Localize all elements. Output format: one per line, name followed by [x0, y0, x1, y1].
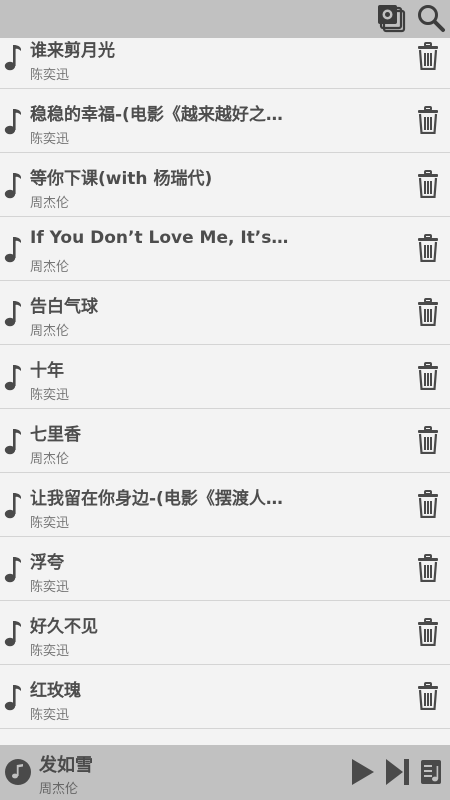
- trash-icon[interactable]: [417, 298, 439, 327]
- song-title: 告白气球: [30, 297, 98, 317]
- song-artist: 陈奕迅: [30, 644, 70, 659]
- playlist-icon[interactable]: [376, 3, 406, 37]
- song-row[interactable]: 好久不见 陈奕迅: [0, 601, 450, 665]
- music-note-icon: [4, 234, 22, 264]
- song-title: 等你下课(with 杨瑞代): [30, 169, 213, 189]
- next-track-icon[interactable]: [385, 758, 411, 790]
- song-row[interactable]: 红玫瑰 陈奕迅: [0, 665, 450, 729]
- trash-icon[interactable]: [417, 426, 439, 455]
- trash-icon[interactable]: [417, 170, 439, 199]
- song-title: 七里香: [30, 425, 81, 445]
- now-playing-title: 发如雪: [39, 755, 93, 776]
- trash-icon[interactable]: [417, 362, 439, 391]
- song-title: If You Don’t Love Me, It’s Fine: [30, 228, 290, 248]
- song-artist: 陈奕迅: [30, 132, 70, 147]
- album-disc-icon: [4, 758, 32, 790]
- song-title: 好久不见: [30, 617, 98, 637]
- song-title: 谁来剪月光: [30, 41, 115, 61]
- song-row[interactable]: 让我留在你身边-(电影《摆渡人… 陈奕迅: [0, 473, 450, 537]
- mini-player[interactable]: 发如雪 周杰伦: [0, 745, 450, 800]
- song-artist: 周杰伦: [30, 196, 70, 211]
- song-artist: 周杰伦: [30, 324, 70, 339]
- music-note-icon: [4, 490, 22, 520]
- song-title: 十年: [30, 361, 64, 381]
- music-note-icon: [4, 42, 22, 72]
- song-list[interactable]: 谁来剪月光 陈奕迅 稳稳的幸福-(电影《越来越好之… 陈奕迅 等你下课(with…: [0, 25, 450, 745]
- play-icon[interactable]: [350, 758, 376, 790]
- music-note-icon: [4, 682, 22, 712]
- music-note-icon: [4, 554, 22, 584]
- song-title: 稳稳的幸福-(电影《越来越好之…: [30, 105, 283, 125]
- song-title: 让我留在你身边-(电影《摆渡人…: [30, 489, 283, 509]
- song-row[interactable]: 浮夸 陈奕迅: [0, 537, 450, 601]
- trash-icon[interactable]: [417, 490, 439, 519]
- trash-icon[interactable]: [417, 106, 439, 135]
- song-row[interactable]: 七里香 周杰伦: [0, 409, 450, 473]
- song-artist: 周杰伦: [30, 260, 70, 275]
- song-row[interactable]: 等你下课(with 杨瑞代) 周杰伦: [0, 153, 450, 217]
- song-artist: 陈奕迅: [30, 580, 70, 595]
- song-row[interactable]: If You Don’t Love Me, It’s Fine 周杰伦: [0, 217, 450, 281]
- trash-icon[interactable]: [417, 554, 439, 583]
- song-artist: 陈奕迅: [30, 68, 70, 83]
- search-icon[interactable]: [416, 3, 446, 37]
- trash-icon[interactable]: [417, 234, 439, 263]
- music-note-icon: [4, 618, 22, 648]
- song-row[interactable]: 十年 陈奕迅: [0, 345, 450, 409]
- song-artist: 陈奕迅: [30, 388, 70, 403]
- music-note-icon: [4, 106, 22, 136]
- song-title: 浮夸: [30, 553, 64, 573]
- music-note-icon: [4, 362, 22, 392]
- music-note-icon: [4, 298, 22, 328]
- song-artist: 周杰伦: [30, 452, 70, 467]
- song-artist: 陈奕迅: [30, 516, 70, 531]
- song-title: 红玫瑰: [30, 681, 81, 701]
- now-playing-artist: 周杰伦: [39, 782, 79, 797]
- song-row[interactable]: [0, 729, 450, 745]
- trash-icon[interactable]: [417, 682, 439, 711]
- song-artist: 陈奕迅: [30, 708, 70, 723]
- music-note-icon: [4, 170, 22, 200]
- song-row[interactable]: 稳稳的幸福-(电影《越来越好之… 陈奕迅: [0, 89, 450, 153]
- music-note-icon: [4, 426, 22, 456]
- song-row[interactable]: 告白气球 周杰伦: [0, 281, 450, 345]
- playlist-queue-icon[interactable]: [420, 758, 444, 790]
- trash-icon[interactable]: [417, 42, 439, 71]
- trash-icon[interactable]: [417, 618, 439, 647]
- top-bar: [0, 0, 450, 38]
